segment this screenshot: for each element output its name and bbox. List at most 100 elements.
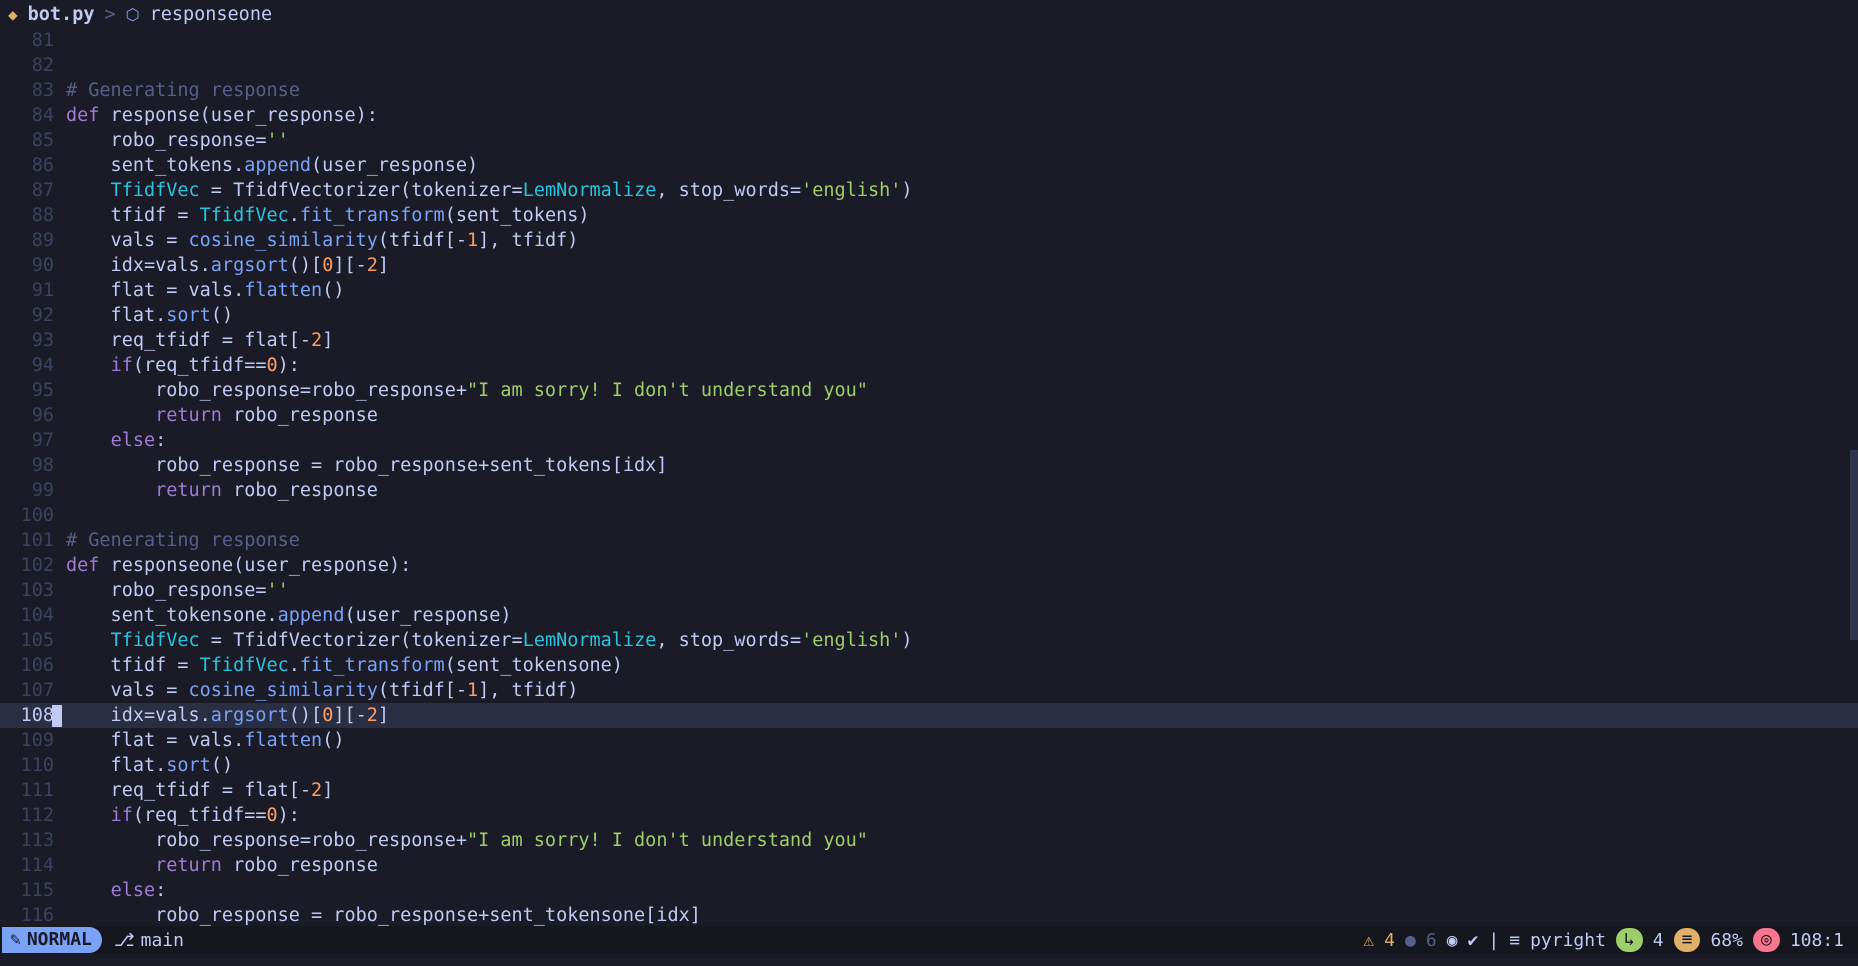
code-line[interactable]: 107 vals = cosine_similarity(tfidf[-1], … [0, 678, 1858, 703]
line-text: def response(user_response): [66, 105, 378, 126]
gutter [52, 703, 66, 728]
line-number: 101 [20, 530, 54, 551]
code-line[interactable]: 82 [0, 53, 1858, 78]
code-line[interactable]: 106 tfidf = TfidfVec.fit_transform(sent_… [0, 653, 1858, 678]
line-number: 102 [20, 555, 54, 576]
code-line[interactable]: 93 req_tfidf = flat[-2] [0, 328, 1858, 353]
line-number: 95 [31, 380, 54, 401]
code-line[interactable]: 96 return robo_response [0, 403, 1858, 428]
line-text: req_tfidf = flat[-2] [66, 330, 334, 351]
file-name[interactable]: bot.py [28, 4, 95, 25]
code-line[interactable]: 92 flat.sort() [0, 303, 1858, 328]
code-line[interactable]: 95 robo_response=robo_response+"I am sor… [0, 378, 1858, 403]
line-text: robo_response=robo_response+"I am sorry!… [66, 380, 868, 401]
line-number: 97 [31, 430, 54, 451]
line-text: flat = vals.flatten() [66, 730, 345, 751]
location-icon: ◎ [1752, 928, 1780, 952]
code-line[interactable]: 97 else: [0, 428, 1858, 453]
code-line[interactable]: 90 idx=vals.argsort()[0][-2] [0, 253, 1858, 278]
line-text: else: [110, 880, 167, 901]
divider: | [1488, 929, 1500, 951]
code-line[interactable]: 114 return robo_response [0, 853, 1858, 878]
warning-count[interactable]: 4 [1384, 930, 1395, 951]
database-icon: ≡ [1509, 929, 1521, 951]
line-number: 115 [20, 880, 54, 901]
code-line[interactable]: 94 if(req_tfidf==0): [0, 353, 1858, 378]
copilot-icon[interactable]: ◉ [1447, 930, 1458, 951]
indent-icon: ↳ [1615, 928, 1643, 952]
mode-label: NORMAL [26, 929, 92, 950]
check-icon: ✔ [1467, 929, 1479, 951]
line-number: 94 [31, 355, 54, 376]
code-line[interactable]: 104 sent_tokensone.append(user_response) [0, 603, 1858, 628]
lsp-name[interactable]: pyright [1530, 930, 1606, 951]
line-number: 85 [31, 130, 54, 151]
indent-size: 4 [1652, 929, 1664, 951]
line-text: flat = vals.flatten() [66, 280, 345, 301]
line-text: robo_response='' [66, 130, 289, 151]
line-number: 103 [20, 580, 54, 601]
git-branch-icon: ⎇ [113, 929, 135, 951]
line-text: flat.sort() [66, 305, 234, 326]
line-number: 109 [20, 730, 54, 751]
code-line[interactable]: 103 robo_response='' [0, 578, 1858, 603]
code-line[interactable]: 112 if(req_tfidf==0): [0, 803, 1858, 828]
code-line[interactable]: 99 return robo_response [0, 478, 1858, 503]
line-number: 113 [20, 830, 54, 851]
winbar-breadcrumb: ◆ bot.py > ⬡ responseone [0, 0, 1858, 28]
code-line[interactable]: 116 robo_response = robo_response+sent_t… [0, 903, 1858, 926]
command-line[interactable] [0, 954, 1858, 966]
code-editor[interactable]: 81 82 83 # Generating response 84 def respons… [0, 28, 1858, 926]
code-line[interactable]: 89 vals = cosine_similarity(tfidf[-1], t… [0, 228, 1858, 253]
code-line[interactable]: 87 TfidfVec = TfidfVectorizer(tokenizer=… [0, 178, 1858, 203]
code-line[interactable]: 101 # Generating response [0, 528, 1858, 553]
scroll-percent: 68% [1710, 929, 1743, 951]
code-line[interactable]: 100 [0, 503, 1858, 528]
line-text: req_tfidf = flat[-2] [66, 780, 334, 801]
code-line[interactable]: 86 sent_tokens.append(user_response) [0, 153, 1858, 178]
line-text: robo_response = robo_response+sent_token… [66, 455, 668, 476]
line-number: 106 [20, 655, 54, 676]
line-number: 87 [31, 180, 54, 201]
code-line[interactable]: 84 def response(user_response): [0, 103, 1858, 128]
code-line[interactable]: 102 def responseone(user_response): [0, 553, 1858, 578]
code-line[interactable]: 115 else: [0, 878, 1858, 903]
code-line[interactable]: 110 flat.sort() [0, 753, 1858, 778]
code-line[interactable]: 83 # Generating response [0, 78, 1858, 103]
symbol-name[interactable]: responseone [150, 4, 273, 25]
hint-count[interactable]: 6 [1426, 930, 1437, 951]
line-number: 116 [20, 905, 54, 926]
line-text: return robo_response [155, 405, 378, 426]
line-text: TfidfVec = TfidfVectorizer(tokenizer=Lem… [110, 630, 913, 651]
line-number: 114 [20, 855, 54, 876]
line-text: tfidf = TfidfVec.fit_transform(sent_toke… [66, 205, 590, 226]
python-icon: ◆ [8, 4, 18, 24]
line-text: # Generating response [66, 80, 300, 101]
mode-indicator: ✎ NORMAL [2, 927, 102, 953]
line-text: tfidf = TfidfVec.fit_transform(sent_toke… [66, 655, 623, 676]
scrollbar[interactable] [1850, 450, 1858, 640]
code-line[interactable]: 109 flat = vals.flatten() [0, 728, 1858, 753]
line-text: return robo_response [155, 855, 378, 876]
git-branch[interactable]: ⎇ main [114, 930, 184, 951]
line-number: 84 [31, 105, 54, 126]
code-line[interactable]: 113 robo_response=robo_response+"I am so… [0, 828, 1858, 853]
line-number: 91 [31, 280, 54, 301]
code-line[interactable]: 81 [0, 28, 1858, 53]
code-line[interactable]: 105 TfidfVec = TfidfVectorizer(tokenizer… [0, 628, 1858, 653]
line-number: 83 [31, 80, 54, 101]
line-number: 96 [31, 405, 54, 426]
editor-window: ◆ bot.py > ⬡ responseone 81 82 83 # Generat… [0, 0, 1858, 966]
line-text: sent_tokensone.append(user_response) [66, 605, 512, 626]
code-line[interactable]: 91 flat = vals.flatten() [0, 278, 1858, 303]
line-number: 108 [20, 705, 54, 726]
line-number: 90 [31, 255, 54, 276]
code-line[interactable]: 85 robo_response='' [0, 128, 1858, 153]
code-line[interactable]: 111 req_tfidf = flat[-2] [0, 778, 1858, 803]
line-number: 99 [31, 480, 54, 501]
code-line[interactable]: 98 robo_response = robo_response+sent_to… [0, 453, 1858, 478]
warning-icon: ⚠ [1363, 929, 1375, 951]
line-number: 92 [31, 305, 54, 326]
code-line[interactable]: 108 idx=vals.argsort()[0][-2] [0, 703, 1858, 728]
code-line[interactable]: 88 tfidf = TfidfVec.fit_transform(sent_t… [0, 203, 1858, 228]
